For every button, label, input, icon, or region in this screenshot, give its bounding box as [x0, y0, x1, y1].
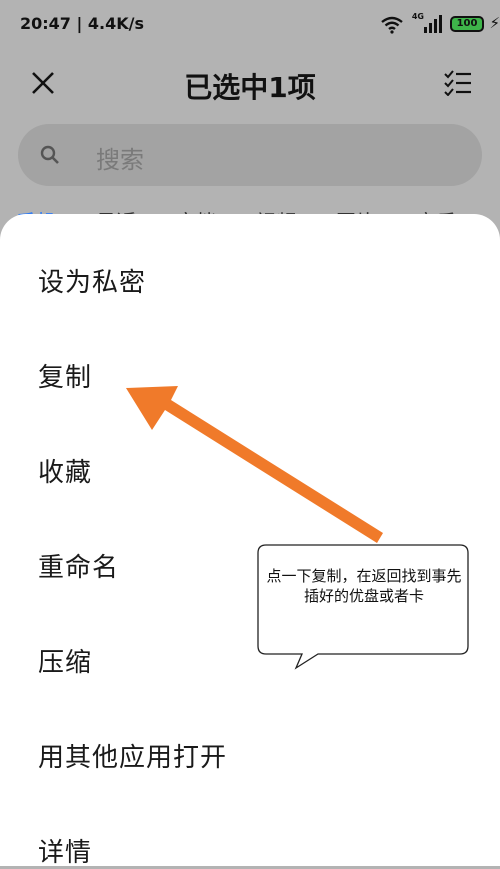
search-icon — [40, 145, 59, 164]
search-input[interactable]: 搜索 — [18, 124, 482, 186]
menu-item-set-private[interactable]: 设为私密 — [38, 262, 146, 299]
status-icons: 4G 100 ⚡ — [360, 12, 500, 36]
menu-item-copy[interactable]: 复制 — [38, 357, 92, 394]
menu-item-details[interactable]: 详情 — [38, 832, 92, 869]
status-time: 20:47 | 4.4K/s — [20, 14, 145, 33]
network-type-label: 4G — [411, 12, 424, 21]
menu-item-rename[interactable]: 重命名 — [38, 547, 119, 584]
page-title: 已选中1项 — [184, 71, 316, 104]
wifi-icon — [381, 16, 403, 34]
menu-item-favorite[interactable]: 收藏 — [38, 452, 92, 489]
battery-icon: 100 — [450, 16, 484, 32]
menu-item-open-with[interactable]: 用其他应用打开 — [38, 737, 227, 774]
menu-item-compress[interactable]: 压缩 — [38, 642, 92, 679]
charging-icon: ⚡ — [489, 14, 500, 32]
status-bar: 20:47 | 4.4K/s 4G 100 ⚡ — [0, 0, 500, 50]
signal-icon — [424, 15, 442, 33]
header: 已选中1项 — [0, 50, 500, 116]
select-all-icon[interactable] — [444, 70, 472, 96]
callout-text: 点一下复制，在返回找到事先插好的优盘或者卡 — [266, 567, 462, 605]
search-placeholder: 搜索 — [96, 146, 144, 174]
action-sheet: 设为私密 复制 收藏 重命名 压缩 用其他应用打开 详情 — [0, 214, 500, 869]
